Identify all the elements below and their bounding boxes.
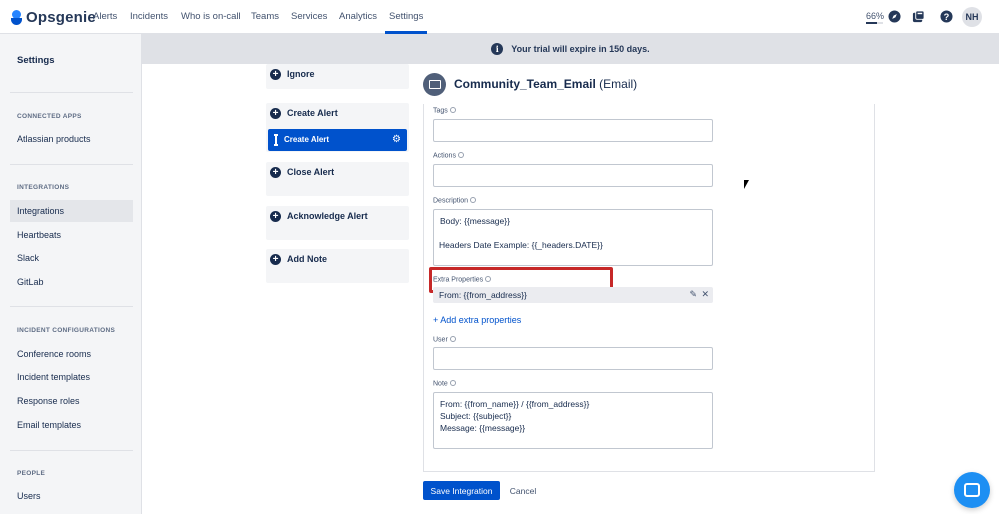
help-icon[interactable]: ?	[940, 10, 953, 23]
plus-circle-icon: +	[270, 69, 281, 80]
plus-circle-icon: +	[270, 108, 281, 119]
sidebar-divider	[10, 92, 133, 93]
info-icon: i	[491, 43, 504, 55]
usage-bar	[866, 22, 883, 24]
sidebar-section-integrations: INTEGRATIONS	[17, 184, 70, 191]
save-integration-button[interactable]: Save Integration	[423, 481, 500, 500]
note-line: From: {{from_name}} / {{from_address}}	[440, 399, 590, 409]
sidebar-item-conference-rooms[interactable]: Conference rooms	[10, 343, 133, 365]
integration-title: Community_Team_Email (Email)	[454, 77, 637, 91]
sidebar-item-slack[interactable]: Slack	[10, 247, 133, 269]
action-create-alert-label: Create Alert	[287, 108, 338, 118]
plus-circle-icon: +	[270, 167, 281, 178]
sidebar-section-people: PEOPLE	[17, 470, 46, 477]
sidebar-item-incident-templates[interactable]: Incident templates	[10, 366, 133, 388]
plus-circle-icon: +	[270, 211, 281, 222]
help-circle-icon[interactable]	[470, 197, 477, 203]
help-circle-icon[interactable]	[449, 336, 456, 342]
sidebar-divider	[10, 306, 133, 307]
user-label: User	[433, 336, 456, 344]
integration-type: (Email)	[599, 77, 638, 91]
app-name: Opsgenie	[26, 9, 96, 26]
nav-incidents[interactable]: Incidents	[130, 11, 168, 22]
sidebar-item-atlassian-products[interactable]: Atlassian products	[10, 128, 133, 150]
sidebar-item-integrations[interactable]: Integrations	[10, 200, 133, 222]
nav-services[interactable]: Services	[291, 11, 327, 22]
opsgenie-logo-icon	[11, 10, 22, 25]
tags-label: Tags	[433, 107, 456, 115]
note-line: Message: {{message}}	[440, 423, 526, 433]
action-close-alert-label: Close Alert	[287, 167, 335, 177]
plus-circle-icon: +	[270, 254, 281, 265]
extra-property-value: From: {{from_address}}	[439, 290, 527, 300]
description-textarea[interactable]: Body: {{message}}	[433, 209, 713, 266]
sidebar-section-connected-apps: CONNECTED APPS	[17, 113, 82, 120]
nav-teams[interactable]: Teams	[251, 11, 279, 22]
integration-name: Community_Team_Email	[454, 77, 596, 91]
actions-label: Actions	[433, 152, 464, 160]
settings-sidebar: Settings CONNECTED APPS Atlassian produc…	[0, 34, 142, 514]
note-label: Note	[433, 380, 456, 388]
chat-icon	[964, 483, 980, 497]
sidebar-item-response-roles[interactable]: Response roles	[10, 390, 133, 412]
svg-text:?: ?	[944, 12, 950, 22]
extra-properties-label: Extra Properties	[433, 276, 492, 284]
nav-settings[interactable]: Settings	[389, 11, 423, 22]
nav-alerts[interactable]: Alerts	[93, 11, 117, 22]
action-close-alert[interactable]: + Close Alert	[266, 162, 409, 196]
main-content: i Your trial will expire in 150 days. + …	[142, 34, 999, 514]
trial-banner: i Your trial will expire in 150 days.	[142, 34, 999, 64]
sidebar-title: Settings	[17, 55, 55, 66]
email-integration-icon	[423, 73, 446, 96]
opsgenie-logo[interactable]: Opsgenie	[11, 9, 96, 26]
mouse-cursor-icon	[744, 180, 749, 189]
action-ignore-label: Ignore	[287, 69, 315, 79]
action-ignore[interactable]: + Ignore	[266, 64, 409, 89]
sidebar-item-email-templates[interactable]: Email templates	[10, 414, 133, 436]
sidebar-item-users[interactable]: Users	[10, 485, 133, 507]
sidebar-item-heartbeats[interactable]: Heartbeats	[10, 224, 133, 246]
sidebar-section-incident-configurations: INCIDENT CONFIGURATIONS	[17, 327, 116, 334]
tags-input[interactable]	[433, 119, 713, 142]
action-form-panel: Tags Actions Description Body: {{message…	[423, 104, 875, 472]
user-input[interactable]	[433, 347, 713, 370]
action-create-alert-selected-label: Create Alert	[284, 135, 330, 144]
help-circle-icon[interactable]	[457, 152, 464, 158]
drag-handle-icon[interactable]	[274, 134, 278, 146]
sidebar-divider	[10, 450, 133, 451]
gear-icon[interactable]: ⚙	[392, 134, 401, 145]
extra-property-row: From: {{from_address}} ✎ ✕	[433, 287, 713, 303]
nav-analytics[interactable]: Analytics	[339, 11, 377, 22]
help-circle-icon[interactable]	[449, 380, 456, 386]
note-textarea[interactable]: From: {{from_name}} / {{from_address}} S…	[433, 392, 713, 449]
action-acknowledge-alert[interactable]: + Acknowledge Alert	[266, 206, 409, 240]
nav-who-is-on-call[interactable]: Who is on-call	[181, 11, 241, 22]
close-icon[interactable]: ✕	[701, 289, 709, 300]
note-line: Subject: {{subject}}	[440, 411, 512, 421]
description-label: Description	[433, 197, 477, 205]
top-navigation: Opsgenie Alerts Incidents Who is on-call…	[0, 0, 999, 34]
description-line: Body: {{message}}	[440, 216, 510, 226]
description-line: Headers Date Example: {{_headers.DATE}}	[439, 240, 603, 250]
help-circle-icon[interactable]	[485, 276, 492, 282]
action-create-alert-selected[interactable]: Create Alert ⚙	[268, 129, 407, 151]
compass-icon[interactable]	[888, 10, 901, 23]
user-avatar[interactable]: NH	[962, 7, 982, 27]
action-add-note[interactable]: + Add Note	[266, 249, 409, 283]
action-acknowledge-alert-label: Acknowledge Alert	[287, 211, 368, 221]
apps-icon[interactable]	[912, 10, 925, 23]
sidebar-divider	[10, 164, 133, 165]
sidebar-item-gitlab[interactable]: GitLab	[10, 271, 133, 293]
pencil-icon[interactable]: ✎	[689, 289, 697, 300]
cancel-button[interactable]: Cancel	[504, 481, 542, 500]
action-add-note-label: Add Note	[287, 254, 327, 264]
help-circle-icon[interactable]	[449, 107, 456, 113]
actions-input[interactable]	[433, 164, 713, 187]
chat-support-button[interactable]	[954, 472, 990, 508]
add-extra-properties-link[interactable]: + Add extra properties	[433, 315, 521, 325]
usage-percent[interactable]: 66%	[866, 11, 884, 21]
trial-banner-text: Your trial will expire in 150 days.	[511, 44, 650, 54]
